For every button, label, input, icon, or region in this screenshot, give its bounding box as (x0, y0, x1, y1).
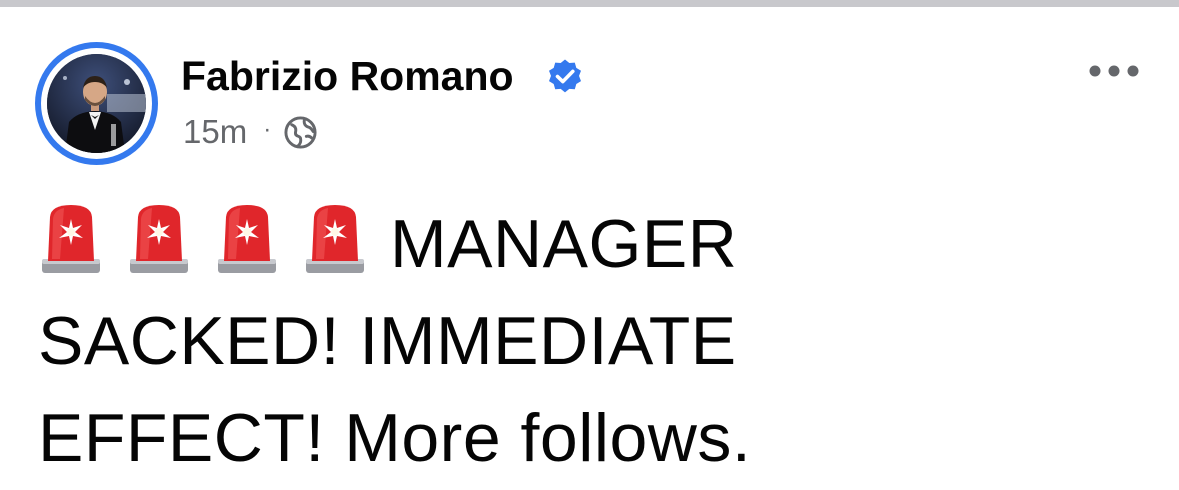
globe-icon[interactable] (283, 115, 318, 150)
police-siren-icon (214, 201, 280, 279)
verified-badge-icon (549, 59, 581, 93)
police-siren-icon (38, 201, 104, 279)
post-timestamp[interactable]: 15m (183, 113, 247, 151)
post-body: MANAGER SACKED! IMMEDIATE EFFECT! More f… (38, 196, 1038, 487)
police-siren-icon (302, 201, 368, 279)
more-options-icon[interactable] (1086, 56, 1142, 86)
avatar-photo (47, 54, 146, 153)
police-siren-icon (126, 201, 192, 279)
profile-photo-icon (47, 54, 146, 153)
author-name[interactable]: Fabrizio Romano (181, 52, 514, 100)
avatar[interactable] (35, 42, 158, 165)
top-divider (0, 0, 1179, 7)
meta-separator: · (263, 116, 272, 143)
avatar-ring-gap (41, 48, 152, 159)
post-meta: 15m · (183, 112, 318, 152)
